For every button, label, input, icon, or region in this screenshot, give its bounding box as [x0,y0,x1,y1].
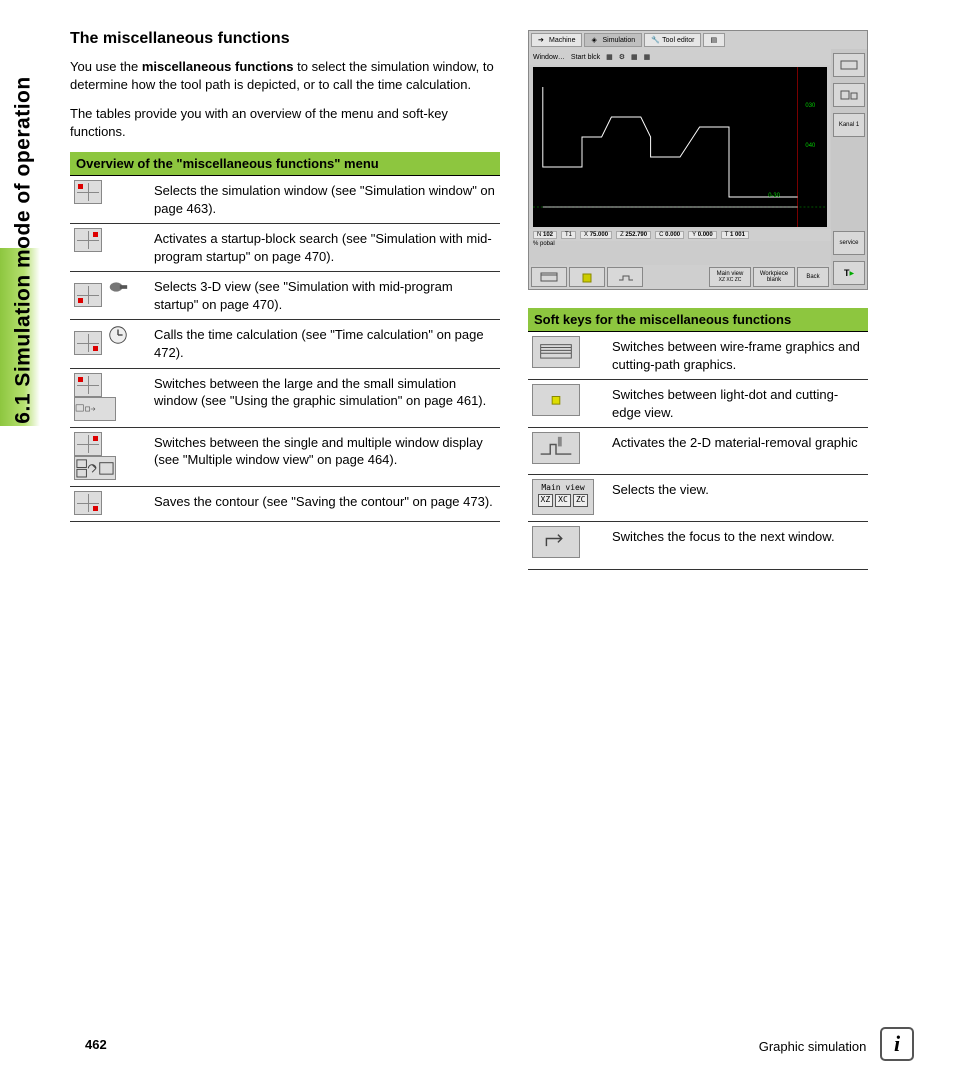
scr-tabs: ➔Machine ◈Simulation 🔧Tool editor ▤ [529,31,867,49]
table-desc: Calls the time calculation (see "Time ca… [150,320,500,368]
scr-status-pct: % pobal [529,241,831,247]
grid-icon [74,373,102,397]
side-tab: 6.1 Simulation mode of operation [0,30,48,470]
scr-side-channel[interactable]: Kanal 1 [833,113,865,137]
scr-softkey-mainview[interactable]: Main viewXZ XC ZC [709,267,751,287]
grid-icon [74,228,102,252]
table1-header: Overview of the "miscellaneous functions… [70,152,500,176]
grid-icon [74,180,102,204]
scr-tab-machine[interactable]: ➔Machine [531,33,582,47]
table-desc: Switches between wire-frame graphics and… [608,332,868,380]
scr-toolbar: Window… Start blck ▦ ⚙ ▦ ▦ Misc [529,49,867,65]
table-desc: Selects the simulation window (see "Simu… [150,176,500,224]
scr-status-bar: N 102 T1 X 75.000 Z 252.790 C 0.000 Y 0.… [529,229,831,241]
svg-text:030: 030 [805,103,815,109]
window-toggle-icon [74,397,116,421]
scr-menu-window[interactable]: Window… [533,54,565,61]
scr-side-btn[interactable] [833,83,865,107]
scr-side-btn[interactable] [833,53,865,77]
material-removal-icon [532,432,580,464]
grid-icon [74,491,102,515]
intro-paragraph-2: The tables provide you with an overview … [70,105,500,140]
scr-tab-simulation[interactable]: ◈Simulation [584,33,642,47]
settings-icon[interactable]: ⚙ [619,53,625,61]
tool-3d-icon [107,286,129,301]
table-desc: Selects 3-D view (see "Simulation with m… [150,272,500,320]
side-tab-label: 6.1 Simulation mode of operation [12,76,36,423]
scr-side-panel: Kanal 1 service T▶ [831,49,867,289]
grid-icon[interactable]: ▦ [644,53,651,61]
grid-icon [74,331,102,355]
table-desc: Switches between the large and the small… [150,368,500,427]
diamond-icon: ◈ [591,36,599,44]
scr-softkey-workpiece[interactable]: Workpiece blank [753,267,795,287]
clock-icon [107,334,129,349]
main-view-softkey: Main view XZXCZC [532,479,594,515]
grid-icon [74,283,102,307]
table-desc: Activates the 2-D material-removal graph… [608,428,868,475]
scr-side-t[interactable]: T▶ [833,261,865,285]
grid-icon[interactable]: ▦ [606,53,613,61]
scr-softkey[interactable] [569,267,605,287]
focus-next-icon [532,526,580,558]
svg-text:040: 040 [805,143,815,149]
scr-softkey[interactable] [531,267,567,287]
misc-functions-table: Overview of the "miscellaneous functions… [70,152,500,521]
scr-side-service[interactable]: service [833,231,865,255]
scr-softkey[interactable] [607,267,643,287]
info-icon: i [880,1027,914,1061]
arrow-right-icon: ➔ [538,36,546,44]
intro-paragraph-1: You use the miscellaneous functions to s… [70,58,500,93]
multi-window-icon [74,456,116,480]
simulation-screenshot: ➔Machine ◈Simulation 🔧Tool editor ▤ Wind… [528,30,868,290]
doc-icon: ▤ [710,36,718,44]
table-desc: Selects the view. [608,475,868,522]
scr-tab-extra[interactable]: ▤ [703,33,725,47]
section-heading: The miscellaneous functions [70,30,500,48]
svg-text:0-30: 0-30 [768,193,780,199]
tool-icon: 🔧 [651,36,659,44]
softkeys-table: Soft keys for the miscellaneous function… [528,308,868,570]
scr-softkey-back[interactable]: Back [797,267,829,287]
table-desc: Switches between light-dot and cutting-e… [608,380,868,428]
page-footer: 462 Graphic simulation i [85,1027,914,1061]
table-desc: Switches the focus to the next window. [608,522,868,569]
scr-menu-startblck[interactable]: Start blck [571,54,600,61]
scr-softkey-bar: Main viewXZ XC ZC Workpiece blank Back [529,265,831,289]
grid-icon[interactable]: ▦ [631,53,638,61]
footer-section: Graphic simulation [759,1039,867,1054]
page-number: 462 [85,1037,107,1052]
table2-header: Soft keys for the miscellaneous function… [528,308,868,332]
table-desc: Switches between the single and multiple… [150,427,500,486]
grid-icon [74,432,102,456]
table-desc: Saves the contour (see "Saving the conto… [150,486,500,521]
scr-tab-tool-editor[interactable]: 🔧Tool editor [644,33,701,47]
wireframe-icon [532,336,580,368]
table-desc: Activates a startup-block search (see "S… [150,224,500,272]
light-dot-icon [532,384,580,416]
simulation-plot: 030 040 0-30 [533,67,827,227]
